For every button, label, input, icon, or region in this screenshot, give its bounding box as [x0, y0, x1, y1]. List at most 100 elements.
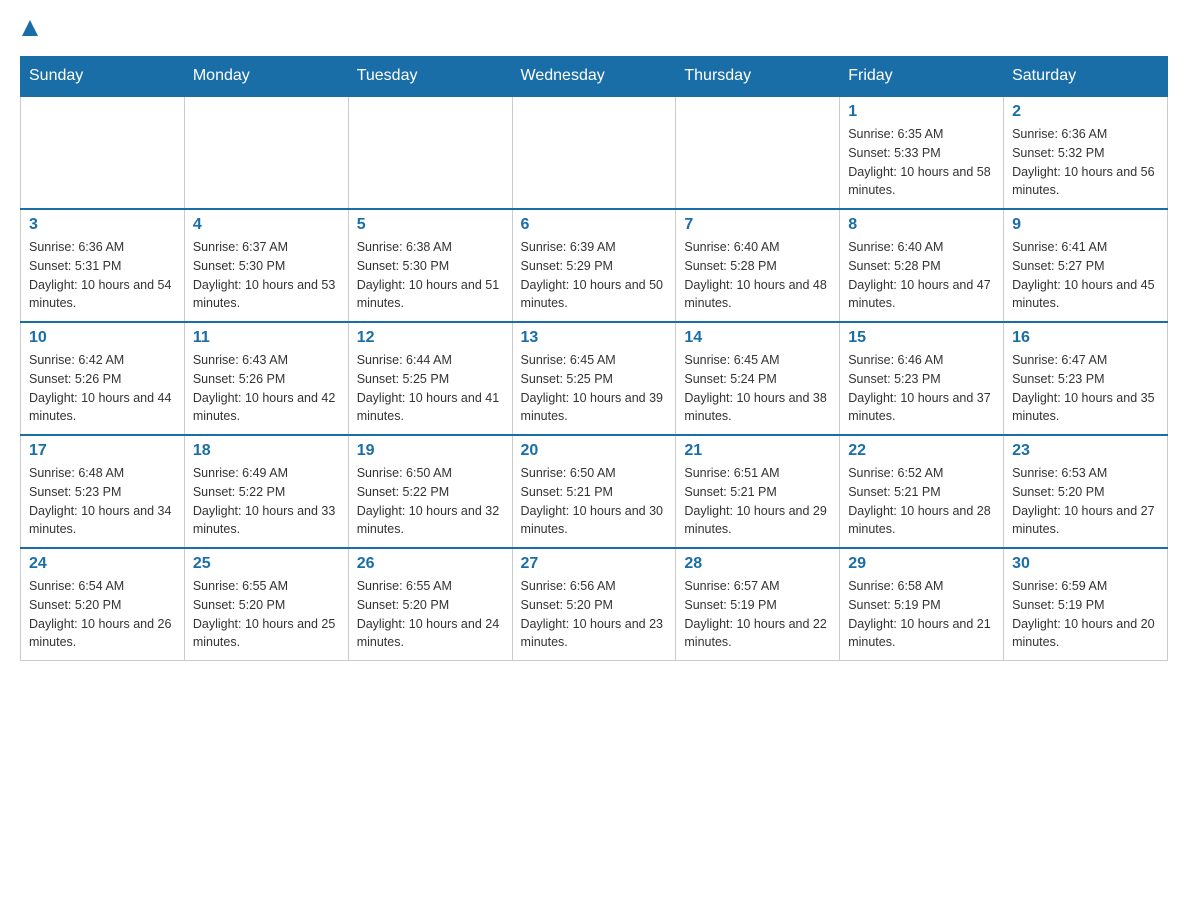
day-info: Sunrise: 6:43 AMSunset: 5:26 PMDaylight:… [193, 351, 340, 426]
calendar-cell: 30 Sunrise: 6:59 AMSunset: 5:19 PMDayligh… [1004, 548, 1168, 661]
day-info: Sunrise: 6:55 AMSunset: 5:20 PMDaylight:… [193, 577, 340, 652]
calendar-cell [512, 96, 676, 209]
day-number: 4 [193, 216, 340, 234]
day-info: Sunrise: 6:38 AMSunset: 5:30 PMDaylight:… [357, 238, 504, 313]
calendar-cell: 1Sunrise: 6:35 AMSunset: 5:33 PMDaylight… [840, 96, 1004, 209]
day-info: Sunrise: 6:42 AMSunset: 5:26 PMDaylight:… [29, 351, 176, 426]
calendar-cell: 18Sunrise: 6:49 AMSunset: 5:22 PMDayligh… [184, 435, 348, 548]
calendar-cell: 12 Sunrise: 6:44 AMSunset: 5:25 PMDayligh… [348, 322, 512, 435]
calendar-cell: 3Sunrise: 6:36 AMSunset: 5:31 PMDaylight… [21, 209, 185, 322]
weekday-header-tuesday: Tuesday [348, 57, 512, 97]
day-number: 17 [29, 442, 176, 460]
day-info: Sunrise: 6:40 AMSunset: 5:28 PMDaylight:… [848, 238, 995, 313]
weekday-header-row: SundayMondayTuesdayWednesdayThursdayFrid… [21, 57, 1168, 97]
calendar-cell: 27 Sunrise: 6:56 AMSunset: 5:20 PMDayligh… [512, 548, 676, 661]
day-number: 10 [29, 329, 176, 347]
day-info: Sunrise: 6:53 AMSunset: 5:20 PMDaylight:… [1012, 464, 1159, 539]
calendar-cell: 29 Sunrise: 6:58 AMSunset: 5:19 PMDayligh… [840, 548, 1004, 661]
day-number: 8 [848, 216, 995, 234]
day-info: Sunrise: 6:50 AMSunset: 5:21 PMDaylight:… [521, 464, 668, 539]
calendar-cell: 6 Sunrise: 6:39 AMSunset: 5:29 PMDaylight… [512, 209, 676, 322]
day-number: 3 [29, 216, 176, 234]
calendar-cell: 21Sunrise: 6:51 AMSunset: 5:21 PMDayligh… [676, 435, 840, 548]
calendar-cell: 7 Sunrise: 6:40 AMSunset: 5:28 PMDaylight… [676, 209, 840, 322]
day-number: 7 [684, 216, 831, 234]
week-row-5: 24Sunrise: 6:54 AMSunset: 5:20 PMDayligh… [21, 548, 1168, 661]
day-number: 11 [193, 329, 340, 347]
day-info: Sunrise: 6:51 AMSunset: 5:21 PMDaylight:… [684, 464, 831, 539]
day-info: Sunrise: 6:39 AMSunset: 5:29 PMDaylight:… [521, 238, 668, 313]
day-number: 20 [521, 442, 668, 460]
day-info: Sunrise: 6:56 AMSunset: 5:20 PMDaylight:… [521, 577, 668, 652]
day-info: Sunrise: 6:50 AMSunset: 5:22 PMDaylight:… [357, 464, 504, 539]
day-number: 9 [1012, 216, 1159, 234]
week-row-4: 17 Sunrise: 6:48 AMSunset: 5:23 PMDayligh… [21, 435, 1168, 548]
calendar-cell: 13 Sunrise: 6:45 AMSunset: 5:25 PMDayligh… [512, 322, 676, 435]
day-number: 12 [357, 329, 504, 347]
day-info: Sunrise: 6:48 AMSunset: 5:23 PMDaylight:… [29, 464, 176, 539]
calendar-cell: 26Sunrise: 6:55 AMSunset: 5:20 PMDayligh… [348, 548, 512, 661]
day-number: 19 [357, 442, 504, 460]
day-info: Sunrise: 6:47 AMSunset: 5:23 PMDaylight:… [1012, 351, 1159, 426]
calendar-cell [184, 96, 348, 209]
calendar-cell: 28 Sunrise: 6:57 AMSunset: 5:19 PMDayligh… [676, 548, 840, 661]
calendar-cell: 9 Sunrise: 6:41 AMSunset: 5:27 PMDaylight… [1004, 209, 1168, 322]
day-info: Sunrise: 6:54 AMSunset: 5:20 PMDaylight:… [29, 577, 176, 652]
day-info: Sunrise: 6:37 AMSunset: 5:30 PMDaylight:… [193, 238, 340, 313]
weekday-header-sunday: Sunday [21, 57, 185, 97]
calendar-cell: 16Sunrise: 6:47 AMSunset: 5:23 PMDayligh… [1004, 322, 1168, 435]
calendar-cell: 4 Sunrise: 6:37 AMSunset: 5:30 PMDaylight… [184, 209, 348, 322]
calendar-cell: 25 Sunrise: 6:55 AMSunset: 5:20 PMDayligh… [184, 548, 348, 661]
calendar-cell [676, 96, 840, 209]
day-number: 28 [684, 555, 831, 573]
day-info: Sunrise: 6:40 AMSunset: 5:28 PMDaylight:… [684, 238, 831, 313]
day-number: 1 [848, 103, 995, 121]
logo [20, 20, 38, 40]
day-number: 13 [521, 329, 668, 347]
calendar-cell: 10 Sunrise: 6:42 AMSunset: 5:26 PMDayligh… [21, 322, 185, 435]
day-number: 6 [521, 216, 668, 234]
day-number: 15 [848, 329, 995, 347]
page-header [20, 20, 1168, 40]
day-info: Sunrise: 6:57 AMSunset: 5:19 PMDaylight:… [684, 577, 831, 652]
day-info: Sunrise: 6:45 AMSunset: 5:24 PMDaylight:… [684, 351, 831, 426]
day-info: Sunrise: 6:41 AMSunset: 5:27 PMDaylight:… [1012, 238, 1159, 313]
weekday-header-thursday: Thursday [676, 57, 840, 97]
day-info: Sunrise: 6:55 AMSunset: 5:20 PMDaylight:… [357, 577, 504, 652]
calendar-cell: 11 Sunrise: 6:43 AMSunset: 5:26 PMDayligh… [184, 322, 348, 435]
calendar-cell: 17 Sunrise: 6:48 AMSunset: 5:23 PMDayligh… [21, 435, 185, 548]
day-number: 2 [1012, 103, 1159, 121]
weekday-header-wednesday: Wednesday [512, 57, 676, 97]
day-info: Sunrise: 6:58 AMSunset: 5:19 PMDaylight:… [848, 577, 995, 652]
day-info: Sunrise: 6:52 AMSunset: 5:21 PMDaylight:… [848, 464, 995, 539]
calendar-cell: 20 Sunrise: 6:50 AMSunset: 5:21 PMDayligh… [512, 435, 676, 548]
day-info: Sunrise: 6:46 AMSunset: 5:23 PMDaylight:… [848, 351, 995, 426]
day-info: Sunrise: 6:36 AMSunset: 5:32 PMDaylight:… [1012, 125, 1159, 200]
calendar: SundayMondayTuesdayWednesdayThursdayFrid… [20, 56, 1168, 661]
calendar-cell: 19 Sunrise: 6:50 AMSunset: 5:22 PMDayligh… [348, 435, 512, 548]
day-number: 22 [848, 442, 995, 460]
day-number: 30 [1012, 555, 1159, 573]
calendar-cell: 2 Sunrise: 6:36 AMSunset: 5:32 PMDaylight… [1004, 96, 1168, 209]
calendar-cell: 24Sunrise: 6:54 AMSunset: 5:20 PMDayligh… [21, 548, 185, 661]
day-info: Sunrise: 6:44 AMSunset: 5:25 PMDaylight:… [357, 351, 504, 426]
day-number: 25 [193, 555, 340, 573]
day-number: 27 [521, 555, 668, 573]
calendar-cell [21, 96, 185, 209]
day-number: 18 [193, 442, 340, 460]
day-number: 5 [357, 216, 504, 234]
week-row-2: 3Sunrise: 6:36 AMSunset: 5:31 PMDaylight… [21, 209, 1168, 322]
calendar-cell: 14 Sunrise: 6:45 AMSunset: 5:24 PMDayligh… [676, 322, 840, 435]
weekday-header-monday: Monday [184, 57, 348, 97]
day-number: 23 [1012, 442, 1159, 460]
day-number: 14 [684, 329, 831, 347]
weekday-header-friday: Friday [840, 57, 1004, 97]
day-info: Sunrise: 6:45 AMSunset: 5:25 PMDaylight:… [521, 351, 668, 426]
calendar-cell: 22 Sunrise: 6:52 AMSunset: 5:21 PMDayligh… [840, 435, 1004, 548]
day-info: Sunrise: 6:59 AMSunset: 5:19 PMDaylight:… [1012, 577, 1159, 652]
weekday-header-saturday: Saturday [1004, 57, 1168, 97]
day-number: 29 [848, 555, 995, 573]
calendar-cell [348, 96, 512, 209]
week-row-1: 1Sunrise: 6:35 AMSunset: 5:33 PMDaylight… [21, 96, 1168, 209]
week-row-3: 10 Sunrise: 6:42 AMSunset: 5:26 PMDayligh… [21, 322, 1168, 435]
